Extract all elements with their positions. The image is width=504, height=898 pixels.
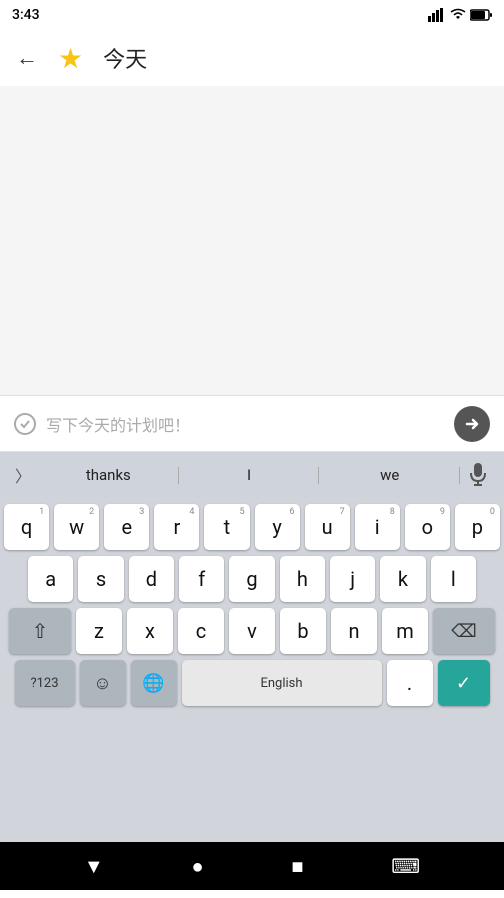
page-title: 今天: [103, 42, 147, 74]
key-i[interactable]: i8: [355, 504, 400, 550]
key-k[interactable]: k: [380, 556, 425, 602]
main-content: [0, 86, 504, 396]
input-row[interactable]: 写下今天的计划吧！: [0, 396, 504, 452]
key-z[interactable]: z: [76, 608, 122, 654]
star-icon[interactable]: ★: [58, 42, 83, 75]
key-a[interactable]: a: [28, 556, 73, 602]
key-q[interactable]: q1: [4, 504, 49, 550]
check-icon: [19, 418, 31, 430]
input-placeholder[interactable]: 写下今天的计划吧！: [46, 412, 454, 436]
keys-area: q1 w2 e3 r4 t5 y6 u7 i8 o9 p0 a s d f g …: [0, 498, 504, 842]
emoji-key[interactable]: ☺: [80, 660, 126, 706]
status-bar: 3:43: [0, 0, 504, 30]
key-r[interactable]: r4: [154, 504, 199, 550]
key-row-3: ⇧ z x c v b n m ⌫: [4, 608, 500, 654]
key-x[interactable]: x: [127, 608, 173, 654]
key-b[interactable]: b: [280, 608, 326, 654]
suggestion-we[interactable]: we: [319, 458, 460, 492]
wifi-icon: [450, 8, 466, 22]
battery-icon: [470, 9, 492, 21]
key-y[interactable]: y6: [255, 504, 300, 550]
signal-icon: [428, 8, 446, 22]
nav-bar: ▼ ● ■ ⌨: [0, 842, 504, 890]
key-h[interactable]: h: [280, 556, 325, 602]
nav-home-icon[interactable]: ●: [191, 854, 203, 879]
status-icons: [428, 8, 492, 22]
key-p[interactable]: p0: [455, 504, 500, 550]
key-c[interactable]: c: [178, 608, 224, 654]
key-w[interactable]: w2: [54, 504, 99, 550]
nav-back-icon[interactable]: ▼: [84, 854, 104, 879]
suggestions-row: 〉 thanks I we: [0, 452, 504, 498]
key-row-1: q1 w2 e3 r4 t5 y6 u7 i8 o9 p0: [4, 504, 500, 550]
key-e[interactable]: e3: [104, 504, 149, 550]
send-button[interactable]: [454, 406, 490, 442]
key-n[interactable]: n: [331, 608, 377, 654]
numbers-key[interactable]: ?123: [15, 660, 75, 706]
key-m[interactable]: m: [382, 608, 428, 654]
done-key[interactable]: ✓: [438, 660, 490, 706]
key-d[interactable]: d: [129, 556, 174, 602]
key-row-2: a s d f g h j k l: [4, 556, 500, 602]
status-time: 3:43: [12, 7, 40, 23]
period-key[interactable]: .: [387, 660, 433, 706]
nav-recents-icon[interactable]: ■: [291, 854, 303, 879]
delete-key[interactable]: ⌫: [433, 608, 495, 654]
key-t[interactable]: t5: [204, 504, 249, 550]
key-l[interactable]: l: [431, 556, 476, 602]
key-s[interactable]: s: [78, 556, 123, 602]
keyboard: 〉 thanks I we q1 w2 e3 r4 t5 y6 u7 i8 o9…: [0, 452, 504, 842]
space-key[interactable]: English: [182, 660, 382, 706]
nav-keyboard-icon[interactable]: ⌨: [391, 854, 420, 878]
suggestion-i[interactable]: I: [179, 458, 320, 492]
key-f[interactable]: f: [179, 556, 224, 602]
key-o[interactable]: o9: [405, 504, 450, 550]
globe-key[interactable]: 🌐: [131, 660, 177, 706]
key-g[interactable]: g: [229, 556, 274, 602]
key-row-4: ?123 ☺ 🌐 English . ✓: [4, 660, 500, 706]
shift-key[interactable]: ⇧: [9, 608, 71, 654]
mic-icon[interactable]: [460, 463, 496, 487]
back-button[interactable]: ←: [16, 45, 38, 71]
key-u[interactable]: u7: [305, 504, 350, 550]
microphone-icon: [469, 463, 487, 487]
suggestion-thanks[interactable]: thanks: [38, 458, 179, 492]
key-v[interactable]: v: [229, 608, 275, 654]
top-bar: ← ★ 今天: [0, 30, 504, 86]
send-icon: [463, 415, 481, 433]
check-circle-icon[interactable]: [14, 413, 36, 435]
key-j[interactable]: j: [330, 556, 375, 602]
suggestions-expand-button[interactable]: 〉: [8, 463, 38, 487]
